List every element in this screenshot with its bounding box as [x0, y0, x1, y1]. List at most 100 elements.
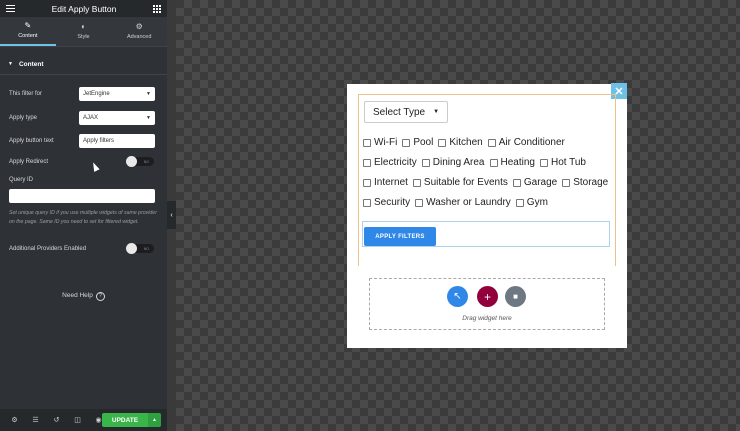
checkbox[interactable] [515, 198, 524, 207]
checkbox-label: Security [374, 197, 411, 208]
tab-label: Content [18, 33, 38, 39]
checkbox-option[interactable]: Pool [402, 137, 433, 148]
apply-redirect-toggle[interactable]: NO [126, 156, 154, 167]
drag-widget-hint: Drag widget here [462, 315, 512, 322]
checkbox[interactable] [489, 158, 498, 167]
panel-tabs: ✎ Content ◐ Style ⚙ Advanced [0, 17, 167, 47]
checkbox-option[interactable]: Heating [489, 157, 535, 168]
checkbox-label: Kitchen [449, 137, 483, 148]
checkbox[interactable] [415, 198, 424, 207]
checkbox-option[interactable]: Suitable for Events [412, 177, 508, 188]
checkbox-label: Suitable for Events [423, 177, 508, 188]
checkbox[interactable] [438, 138, 447, 147]
checkbox-option[interactable]: Kitchen [438, 137, 483, 148]
checkbox-label: Air Conditioner [498, 137, 565, 148]
checkbox[interactable] [363, 178, 371, 187]
apply-button-text-input[interactable]: Apply filters [79, 134, 155, 148]
checkbox-option[interactable]: Internet [363, 177, 408, 188]
pencil-icon: ✎ [24, 21, 32, 30]
checkbox-option[interactable]: Wi-Fi [363, 137, 397, 148]
pointer-icon[interactable]: ↖ [447, 286, 468, 307]
checkbox[interactable] [539, 158, 548, 167]
update-button[interactable]: UPDATE [102, 413, 148, 427]
gear-icon[interactable]: ⚙ [4, 416, 25, 424]
apply-type-select[interactable]: AJAX ▼ [79, 111, 155, 125]
checkbox-label: Wi-Fi [374, 137, 398, 148]
tab-advanced[interactable]: ⚙ Advanced [111, 17, 167, 46]
checkbox[interactable] [421, 158, 430, 167]
collapse-panel-icon[interactable]: ‹ [167, 201, 176, 229]
query-id-input[interactable] [9, 189, 155, 203]
add-section-icon[interactable]: + [477, 286, 498, 307]
additional-providers-toggle[interactable]: NO [126, 243, 154, 254]
checkbox[interactable] [512, 178, 521, 187]
select-value: AJAX [83, 115, 99, 121]
checkbox[interactable] [363, 158, 371, 167]
field-label: Apply type [9, 115, 38, 121]
hamburger-menu-icon[interactable] [6, 5, 15, 12]
checkbox-label: Dining Area [432, 157, 485, 168]
checkbox-row: Wi-Fi Pool Kitchen Air Conditioner [363, 137, 570, 148]
checkbox-label: Electricity [374, 157, 417, 168]
checkbox-option[interactable]: Dining Area [421, 157, 485, 168]
select-type-dropdown[interactable]: Select Type ▼ [364, 101, 448, 123]
checkbox-option[interactable]: Gym [515, 197, 548, 208]
chevron-down-icon: ▼ [146, 115, 151, 121]
filter-for-select[interactable]: JetEngine ▼ [79, 87, 155, 101]
toggle-knob [126, 243, 137, 254]
checkbox[interactable] [363, 138, 371, 147]
checkbox-row: Internet Suitable for Events Garage Stor… [363, 177, 613, 188]
checkbox-option[interactable]: Storage [562, 177, 608, 188]
apply-filters-button[interactable]: APPLY FILTERS [364, 227, 436, 246]
checkbox[interactable] [363, 198, 371, 207]
editor-panel: Edit Apply Button ✎ Content ◐ Style ⚙ Ad… [0, 0, 167, 431]
checkbox-option[interactable]: Hot Tub [539, 157, 586, 168]
select-value: Select Type [373, 106, 426, 118]
checkbox[interactable] [562, 178, 571, 187]
panel-title: Edit Apply Button [51, 3, 117, 14]
field-label: Apply Redirect [9, 158, 49, 165]
panel-footer: ⚙ ☰ ↺ ◫ ◉ UPDATE ▲ [0, 409, 167, 431]
tab-content[interactable]: ✎ Content [0, 17, 56, 46]
checkbox-label: Storage [573, 177, 609, 188]
toggle-state: NO [143, 160, 149, 164]
responsive-icon[interactable]: ◫ [67, 416, 88, 424]
chevron-down-icon: ▼ [433, 109, 440, 115]
checkbox[interactable] [402, 138, 411, 147]
layers-icon[interactable]: ☰ [25, 416, 46, 424]
checkbox-row: Electricity Dining Area Heating Hot Tub [363, 157, 591, 168]
checkbox-option[interactable]: Electricity [363, 157, 417, 168]
caret-down-icon: ▼ [8, 61, 13, 67]
question-icon: ? [95, 292, 105, 301]
update-options-caret-icon[interactable]: ▲ [148, 413, 161, 427]
need-help-label: Need Help [62, 292, 93, 299]
input-value: Apply filters [83, 138, 115, 144]
checkbox-option[interactable]: Garage [512, 177, 558, 188]
field-apply-redirect: Apply Redirect NO [9, 156, 155, 167]
field-label: This filter for [9, 91, 43, 97]
checkbox-label: Washer or Laundry [426, 197, 511, 208]
tab-style[interactable]: ◐ Style [56, 17, 112, 46]
widgets-grid-icon[interactable] [153, 4, 161, 13]
section-toggle-content[interactable]: ▼ Content [0, 54, 167, 75]
checkbox-option[interactable]: Security [363, 197, 410, 208]
tab-label: Advanced [126, 34, 152, 40]
toggle-state: NO [143, 247, 149, 251]
toggle-knob [126, 156, 137, 167]
checkbox-label: Heating [500, 157, 535, 168]
field-additional-providers: Additional Providers Enabled NO [9, 243, 155, 254]
folder-icon[interactable]: ■ [505, 286, 526, 307]
query-id-label: Query ID [9, 177, 34, 183]
section-title: Content [18, 60, 44, 68]
checkbox-label: Hot Tub [550, 157, 586, 168]
field-apply-button-text: Apply button text Apply filters [9, 134, 155, 148]
checkbox-label: Pool [413, 137, 434, 148]
checkbox-option[interactable]: Washer or Laundry [415, 197, 511, 208]
history-icon[interactable]: ↺ [46, 416, 67, 424]
checkbox[interactable] [412, 178, 421, 187]
checkbox-option[interactable]: Air Conditioner [487, 137, 565, 148]
need-help-link[interactable]: Need Help? [0, 292, 167, 301]
checkbox-label: Garage [523, 177, 558, 188]
tab-label: Style [77, 34, 90, 40]
checkbox[interactable] [487, 138, 496, 147]
